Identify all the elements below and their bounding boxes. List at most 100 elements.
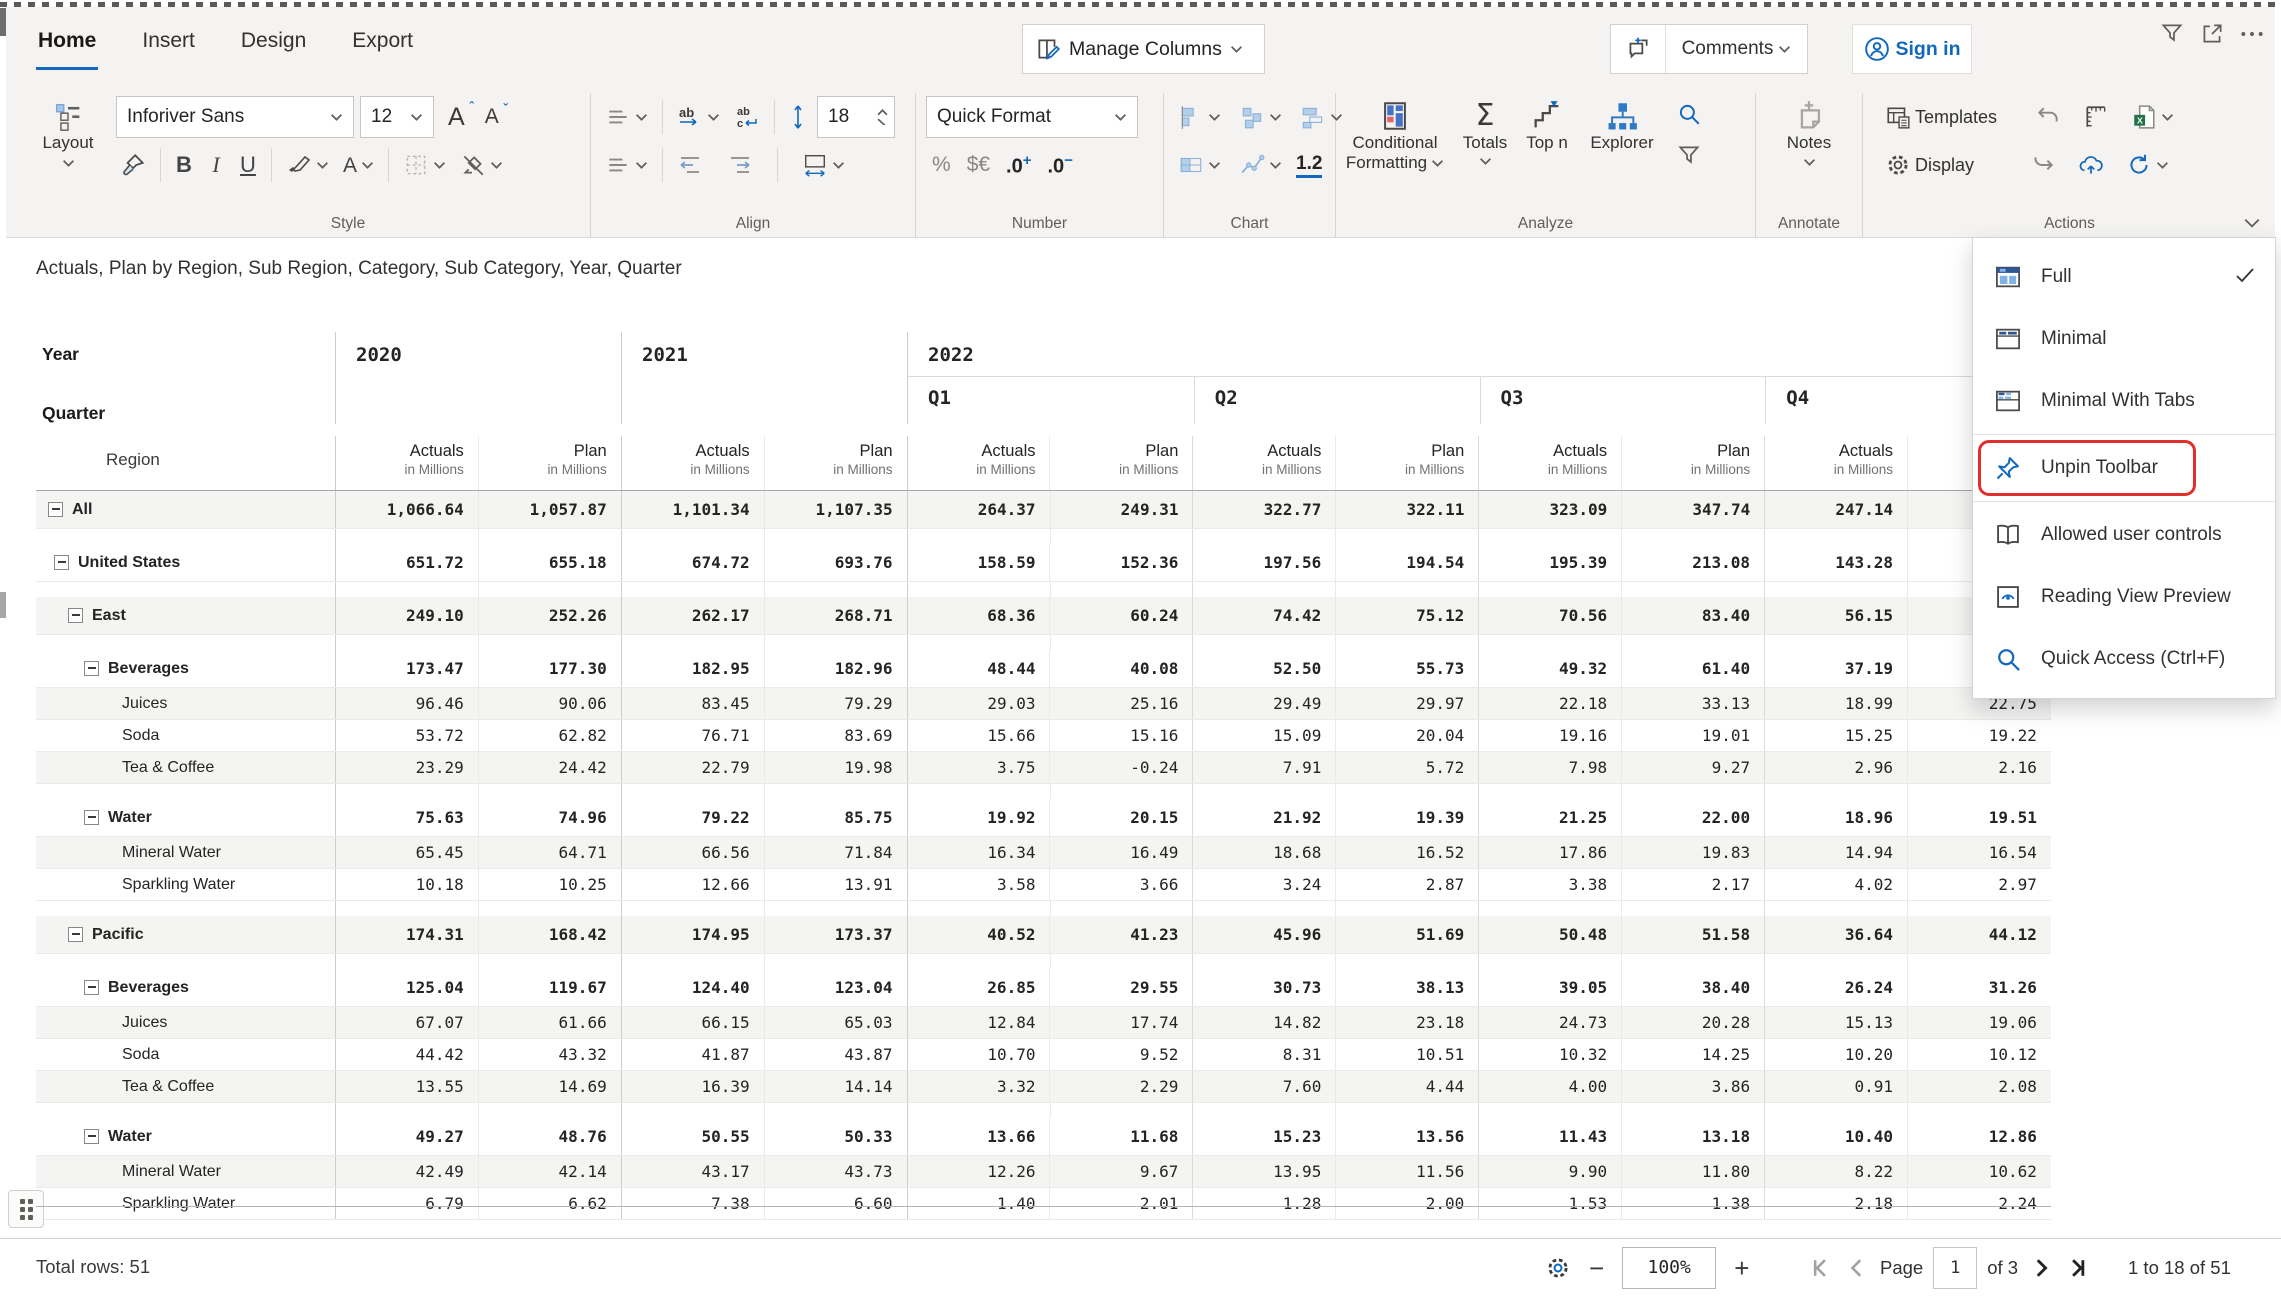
- data-cell[interactable]: 15.16: [1049, 720, 1192, 751]
- data-cell[interactable]: 174.31: [335, 916, 478, 953]
- increment-icon[interactable]: [877, 109, 888, 116]
- row-label[interactable]: Juices: [122, 695, 167, 713]
- row-label[interactable]: Sparkling Water: [122, 876, 235, 894]
- increase-font-button[interactable]: Aˆ: [448, 103, 465, 132]
- data-cell[interactable]: 24.42: [478, 752, 621, 783]
- data-cell[interactable]: 43.32: [478, 1039, 621, 1070]
- row-label[interactable]: Tea & Coffee: [122, 1078, 214, 1096]
- increase-decimal-button[interactable]: .0+: [1006, 152, 1031, 179]
- data-cell[interactable]: 13.55: [335, 1071, 478, 1102]
- data-cell[interactable]: 13.66: [907, 1118, 1050, 1155]
- table-chart-button[interactable]: [1174, 150, 1225, 180]
- data-cell[interactable]: 61.40: [1621, 650, 1764, 687]
- data-cell[interactable]: 9.90: [1478, 1156, 1621, 1187]
- data-cell[interactable]: 15.13: [1764, 1007, 1907, 1038]
- redo-icon[interactable]: [2026, 150, 2060, 180]
- data-cell[interactable]: 12.26: [907, 1156, 1050, 1187]
- data-cell[interactable]: 1.40: [907, 1188, 1050, 1219]
- data-cell[interactable]: 13.56: [1335, 1118, 1478, 1155]
- data-cell[interactable]: 15.09: [1192, 720, 1335, 751]
- row-label[interactable]: All: [72, 501, 92, 519]
- data-cell[interactable]: 9.52: [1049, 1039, 1192, 1070]
- data-cell[interactable]: 83.45: [621, 688, 764, 719]
- data-cell[interactable]: 12.86: [1907, 1118, 2051, 1155]
- data-cell[interactable]: 16.54: [1907, 837, 2051, 868]
- data-cell[interactable]: 79.29: [764, 688, 907, 719]
- data-cell[interactable]: 65.03: [764, 1007, 907, 1038]
- row-label[interactable]: Pacific: [92, 926, 144, 944]
- clear-formatting-button[interactable]: [456, 150, 507, 180]
- percent-format-button[interactable]: %: [932, 153, 951, 177]
- data-cell[interactable]: 322.77: [1192, 491, 1335, 528]
- data-cell[interactable]: 17.86: [1478, 837, 1621, 868]
- data-cell[interactable]: 18.96: [1764, 799, 1907, 836]
- data-cell[interactable]: 23.18: [1335, 1007, 1478, 1038]
- data-cell[interactable]: 10.18: [335, 869, 478, 900]
- data-cell[interactable]: 21.92: [1192, 799, 1335, 836]
- data-cell[interactable]: 2.00: [1335, 1188, 1478, 1219]
- data-cell[interactable]: 651.72: [335, 544, 478, 581]
- data-cell[interactable]: 71.84: [764, 837, 907, 868]
- data-cell[interactable]: 49.27: [335, 1118, 478, 1155]
- data-cell[interactable]: 19.83: [1621, 837, 1764, 868]
- data-cell[interactable]: 674.72: [621, 544, 764, 581]
- data-cell[interactable]: 10.70: [907, 1039, 1050, 1070]
- table-settings-icon[interactable]: [1545, 1255, 1571, 1281]
- zoom-level-box[interactable]: 100%: [1622, 1247, 1716, 1289]
- data-cell[interactable]: 55.73: [1335, 650, 1478, 687]
- data-cell[interactable]: 182.96: [764, 650, 907, 687]
- data-cell[interactable]: 1.38: [1621, 1188, 1764, 1219]
- data-cell[interactable]: 10.12: [1907, 1039, 2051, 1070]
- collapse-row-icon[interactable]: [84, 1129, 99, 1144]
- data-cell[interactable]: 22.79: [621, 752, 764, 783]
- data-cell[interactable]: 44.42: [335, 1039, 478, 1070]
- menu-item-reading-view-preview[interactable]: Reading View Preview: [1973, 566, 2275, 628]
- data-cell[interactable]: 143.28: [1764, 544, 1907, 581]
- data-cell[interactable]: 48.76: [478, 1118, 621, 1155]
- data-cell[interactable]: 20.04: [1335, 720, 1478, 751]
- data-cell[interactable]: 51.58: [1621, 916, 1764, 953]
- data-cell[interactable]: 75.12: [1335, 597, 1478, 634]
- top-n-button[interactable]: Top n: [1516, 99, 1578, 153]
- data-cell[interactable]: 41.87: [621, 1039, 764, 1070]
- vertical-align-button[interactable]: [601, 102, 652, 132]
- data-cell[interactable]: 10.40: [1764, 1118, 1907, 1155]
- data-cell[interactable]: 15.66: [907, 720, 1050, 751]
- data-cell[interactable]: 16.34: [907, 837, 1050, 868]
- data-cell[interactable]: 1,066.64: [335, 491, 478, 528]
- data-cell[interactable]: 264.37: [907, 491, 1050, 528]
- data-cell[interactable]: 14.69: [478, 1071, 621, 1102]
- totals-button[interactable]: Σ Totals: [1454, 99, 1516, 166]
- data-cell[interactable]: 50.33: [764, 1118, 907, 1155]
- data-cell[interactable]: 347.74: [1621, 491, 1764, 528]
- data-cell[interactable]: 38.13: [1335, 969, 1478, 1006]
- quick-format-select[interactable]: Quick Format: [926, 96, 1138, 138]
- data-cell[interactable]: 61.66: [478, 1007, 621, 1038]
- data-cell[interactable]: 16.39: [621, 1071, 764, 1102]
- font-family-select[interactable]: Inforiver Sans: [116, 96, 354, 138]
- data-cell[interactable]: 2.96: [1764, 752, 1907, 783]
- data-cell[interactable]: 40.52: [907, 916, 1050, 953]
- collapse-row-icon[interactable]: [68, 927, 83, 942]
- row-label[interactable]: Juices: [122, 1014, 167, 1032]
- data-cell[interactable]: 2.16: [1907, 752, 2051, 783]
- data-cell[interactable]: 3.38: [1478, 869, 1621, 900]
- data-cell[interactable]: 43.87: [764, 1039, 907, 1070]
- data-cell[interactable]: 43.73: [764, 1156, 907, 1187]
- data-cell[interactable]: 213.08: [1621, 544, 1764, 581]
- first-page-icon[interactable]: [1808, 1255, 1834, 1281]
- data-cell[interactable]: 18.99: [1764, 688, 1907, 719]
- filter-icon[interactable]: [1676, 143, 1702, 169]
- data-cell[interactable]: 195.39: [1478, 544, 1621, 581]
- collapse-row-icon[interactable]: [84, 661, 99, 676]
- export-excel-button[interactable]: X: [2127, 102, 2178, 132]
- data-cell[interactable]: 74.96: [478, 799, 621, 836]
- data-cell[interactable]: 19.92: [907, 799, 1050, 836]
- collapse-ribbon-icon[interactable]: [2243, 217, 2261, 229]
- data-cell[interactable]: 56.15: [1764, 597, 1907, 634]
- data-cell[interactable]: 3.86: [1621, 1071, 1764, 1102]
- data-cell[interactable]: 10.20: [1764, 1039, 1907, 1070]
- data-cell[interactable]: 14.82: [1192, 1007, 1335, 1038]
- data-cell[interactable]: 37.19: [1764, 650, 1907, 687]
- italic-button[interactable]: I: [203, 152, 229, 178]
